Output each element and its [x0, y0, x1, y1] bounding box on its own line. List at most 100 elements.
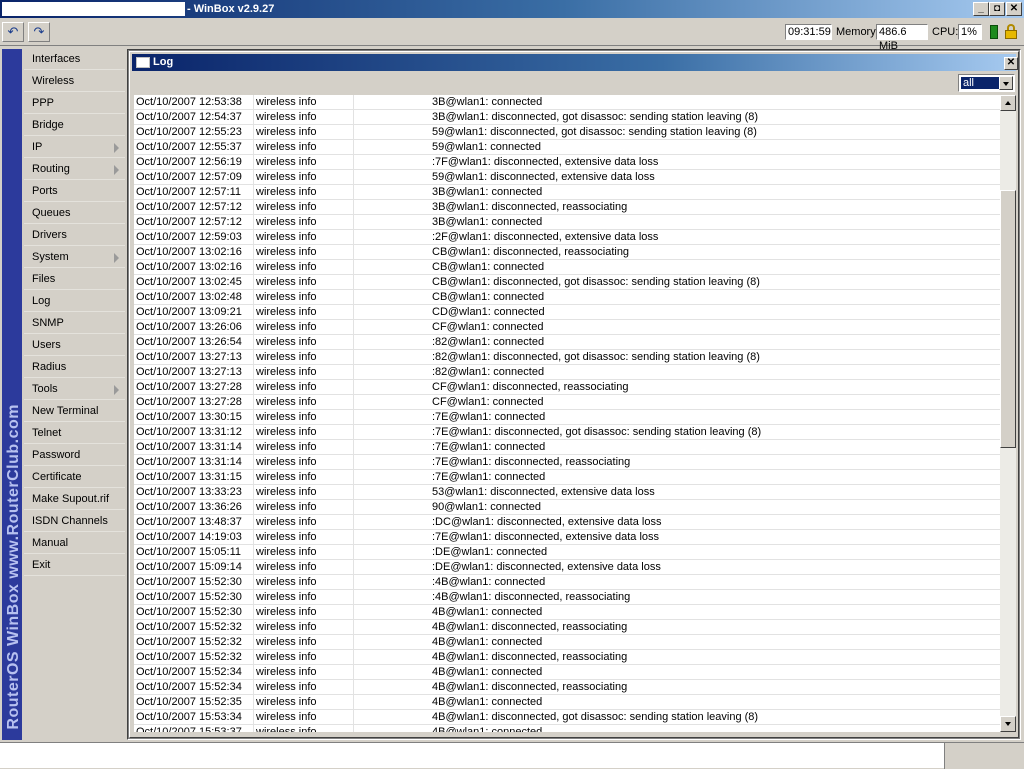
close-button[interactable]: ✕ — [1006, 2, 1022, 16]
log-row[interactable]: Oct/10/2007 13:33:23 wireless info 53@wlan… — [134, 485, 1000, 500]
log-row[interactable]: Oct/10/2007 12:57:12 wireless info 3B@wlan… — [134, 215, 1000, 230]
menu-item-isdn-channels[interactable]: ISDN Channels — [24, 511, 125, 532]
log-row[interactable]: Oct/10/2007 15:05:11 wireless info:DE@wla… — [134, 545, 1000, 560]
menu-item-label: Log — [32, 295, 51, 307]
menu-item-certificate[interactable]: Certificate — [24, 467, 125, 488]
menu-item-exit[interactable]: Exit — [24, 555, 125, 576]
scrollbar-thumb[interactable] — [1000, 190, 1016, 448]
log-message-cell: 3B@wlan1: connected — [432, 186, 543, 198]
log-row[interactable]: Oct/10/2007 12:55:23 wireless info 59@wlan… — [134, 125, 1000, 140]
log-time-cell: Oct/10/2007 15:52:32 — [134, 635, 254, 650]
log-time-cell: Oct/10/2007 13:02:16 — [134, 260, 254, 275]
menu-item-queues[interactable]: Queues — [24, 203, 125, 224]
log-row[interactable]: Oct/10/2007 13:02:16 wireless info CB@wlan… — [134, 260, 1000, 275]
log-time-cell: Oct/10/2007 12:55:37 — [134, 140, 254, 155]
log-topic-cell: wireless info — [254, 605, 354, 620]
scroll-down-button[interactable] — [1000, 716, 1016, 732]
log-row[interactable]: Oct/10/2007 15:53:34 wireless info 4B@wlan… — [134, 710, 1000, 725]
menu-item-manual[interactable]: Manual — [24, 533, 125, 554]
log-time-cell: Oct/10/2007 15:52:30 — [134, 590, 254, 605]
log-row[interactable]: Oct/10/2007 15:52:32 wireless info 4B@wlan… — [134, 620, 1000, 635]
log-row[interactable]: Oct/10/2007 13:48:37 wireless info:DC@wla… — [134, 515, 1000, 530]
menu-item-telnet[interactable]: Telnet — [24, 423, 125, 444]
log-row[interactable]: Oct/10/2007 14:19:03 wireless info:7E@wla… — [134, 530, 1000, 545]
minimize-button[interactable]: _ — [973, 2, 989, 16]
log-row[interactable]: Oct/10/2007 15:52:32 wireless info 4B@wlan… — [134, 650, 1000, 665]
menu-item-log[interactable]: Log — [24, 291, 125, 312]
log-row[interactable]: Oct/10/2007 15:52:35 wireless info 4B@wlan… — [134, 695, 1000, 710]
log-close-button[interactable]: ✕ — [1004, 57, 1018, 70]
menu-item-password[interactable]: Password — [24, 445, 125, 466]
menu-item-interfaces[interactable]: Interfaces — [24, 49, 125, 70]
log-row[interactable]: Oct/10/2007 15:52:30 wireless info:4B@wla… — [134, 575, 1000, 590]
menu-item-tools[interactable]: Tools — [24, 379, 125, 400]
log-time-cell: Oct/10/2007 12:59:03 — [134, 230, 254, 245]
menu-item-new-terminal[interactable]: New Terminal — [24, 401, 125, 422]
log-row[interactable]: Oct/10/2007 13:31:12 wireless info:7E@wla… — [134, 425, 1000, 440]
log-row[interactable]: Oct/10/2007 15:52:34 wireless info 4B@wlan… — [134, 665, 1000, 680]
undo-button[interactable]: ↶ — [2, 22, 24, 42]
log-message-cell: 3B@wlan1: connected — [432, 96, 543, 108]
log-row[interactable]: Oct/10/2007 12:55:37 wireless info 59@wlan… — [134, 140, 1000, 155]
log-message-cell: :7E@wlan1: disconnected, reassociating — [432, 456, 631, 468]
menu-item-files[interactable]: Files — [24, 269, 125, 290]
log-row[interactable]: Oct/10/2007 15:52:30 wireless info:4B@wla… — [134, 590, 1000, 605]
log-row[interactable]: Oct/10/2007 12:53:38 wireless info 3B@wlan… — [134, 95, 1000, 110]
menu-item-ip[interactable]: IP — [24, 137, 125, 158]
menu-item-make-supout-rif[interactable]: Make Supout.rif — [24, 489, 125, 510]
log-row[interactable]: Oct/10/2007 13:31:14 wireless info:7E@wla… — [134, 455, 1000, 470]
log-row[interactable]: Oct/10/2007 13:02:16 wireless info CB@wlan… — [134, 245, 1000, 260]
menu-item-ppp[interactable]: PPP — [24, 93, 125, 114]
log-row[interactable]: Oct/10/2007 15:52:32 wireless info 4B@wlan… — [134, 635, 1000, 650]
log-message-cell: 4B@wlan1: disconnected, reassociating — [432, 621, 628, 633]
log-time-cell: Oct/10/2007 12:57:12 — [134, 215, 254, 230]
log-row[interactable]: Oct/10/2007 15:09:14 wireless info:DE@wla… — [134, 560, 1000, 575]
log-row[interactable]: Oct/10/2007 12:59:03 wireless info:2F@wla… — [134, 230, 1000, 245]
log-topic-cell: wireless info — [254, 185, 354, 200]
log-row[interactable]: Oct/10/2007 13:27:13 wireless info:82@wla… — [134, 365, 1000, 380]
log-row[interactable]: Oct/10/2007 12:56:19 wireless info:7F@wla… — [134, 155, 1000, 170]
submenu-arrow-icon — [114, 165, 119, 175]
log-row[interactable]: Oct/10/2007 15:52:34 wireless info 4B@wlan… — [134, 680, 1000, 695]
log-message-cell: CB@wlan1: disconnected, reassociating — [432, 246, 630, 258]
log-row[interactable]: Oct/10/2007 13:36:26 wireless info 90@wlan… — [134, 500, 1000, 515]
log-time-cell: Oct/10/2007 12:56:19 — [134, 155, 254, 170]
log-row[interactable]: Oct/10/2007 13:26:06 wireless info CF@wlan… — [134, 320, 1000, 335]
scroll-up-button[interactable] — [1000, 95, 1016, 111]
log-row[interactable]: Oct/10/2007 12:57:11 wireless info 3B@wlan… — [134, 185, 1000, 200]
maximize-button[interactable]: ◘ — [989, 2, 1005, 16]
log-row[interactable]: Oct/10/2007 13:30:15 wireless info:7E@wla… — [134, 410, 1000, 425]
log-window-title-bar[interactable]: Log ✕ — [132, 54, 1018, 71]
log-row[interactable]: Oct/10/2007 12:54:37 wireless info 3B@wlan… — [134, 110, 1000, 125]
menu-item-system[interactable]: System — [24, 247, 125, 268]
log-time-cell: Oct/10/2007 13:31:15 — [134, 470, 254, 485]
log-row[interactable]: Oct/10/2007 15:53:37 wireless info 4B@wlan… — [134, 725, 1000, 732]
log-filter-select[interactable]: all — [958, 74, 1015, 92]
log-row[interactable]: Oct/10/2007 12:57:09 wireless info 59@wlan… — [134, 170, 1000, 185]
log-row[interactable]: Oct/10/2007 13:02:48 wireless info CB@wlan… — [134, 290, 1000, 305]
log-message-cell: 4B@wlan1: connected — [432, 666, 543, 678]
log-row[interactable]: Oct/10/2007 15:52:30 wireless info 4B@wlan… — [134, 605, 1000, 620]
menu-item-drivers[interactable]: Drivers — [24, 225, 125, 246]
log-row[interactable]: Oct/10/2007 13:27:28 wireless info CF@wlan… — [134, 395, 1000, 410]
vertical-scrollbar[interactable] — [1000, 95, 1016, 732]
menu-item-bridge[interactable]: Bridge — [24, 115, 125, 136]
menu-item-wireless[interactable]: Wireless — [24, 71, 125, 92]
log-row[interactable]: Oct/10/2007 13:27:13 wireless info:82@wla… — [134, 350, 1000, 365]
log-row[interactable]: Oct/10/2007 13:27:28 wireless info CF@wlan… — [134, 380, 1000, 395]
log-message-cell: CF@wlan1: connected — [432, 321, 544, 333]
log-row[interactable]: Oct/10/2007 13:31:15 wireless info:7E@wla… — [134, 470, 1000, 485]
log-topic-cell: wireless info — [254, 95, 354, 110]
log-row[interactable]: Oct/10/2007 13:02:45 wireless info CB@wlan… — [134, 275, 1000, 290]
chevron-down-icon[interactable] — [999, 76, 1013, 90]
redo-button[interactable]: ↷ — [28, 22, 50, 42]
menu-item-radius[interactable]: Radius — [24, 357, 125, 378]
log-row[interactable]: Oct/10/2007 12:57:12 wireless info 3B@wlan… — [134, 200, 1000, 215]
log-row[interactable]: Oct/10/2007 13:26:54 wireless info:82@wla… — [134, 335, 1000, 350]
menu-item-ports[interactable]: Ports — [24, 181, 125, 202]
log-row[interactable]: Oct/10/2007 13:09:21 wireless info CD@wlan… — [134, 305, 1000, 320]
menu-item-routing[interactable]: Routing — [24, 159, 125, 180]
menu-item-users[interactable]: Users — [24, 335, 125, 356]
menu-item-snmp[interactable]: SNMP — [24, 313, 125, 334]
log-row[interactable]: Oct/10/2007 13:31:14 wireless info:7E@wla… — [134, 440, 1000, 455]
